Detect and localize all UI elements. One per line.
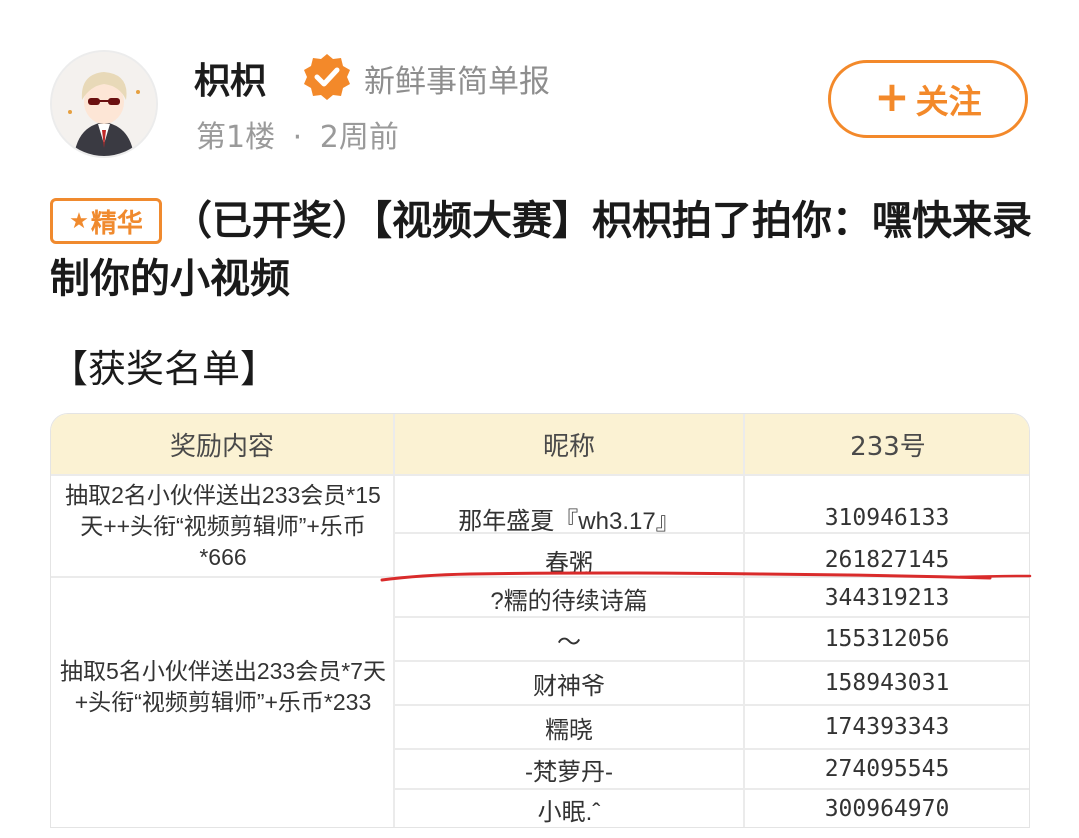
nickname-cell: ?糯的待续诗篇 [490,587,648,615]
post-meta: 第1楼 · 2周前 [196,112,399,156]
id-cell: 300964970 [824,796,950,822]
featured-badge: ★ 精华 [50,198,162,244]
username[interactable]: 枳枳 [194,52,266,104]
header-id: 233号 [745,414,1029,474]
verified-badge-icon [304,54,350,100]
nickname-cell: 春粥 [545,549,593,577]
reward-text: 抽取2名小伙伴送出233会员*15天++头衔“视频剪辑师”+乐币*666 [65,482,381,570]
id-cell: 344319213 [824,585,950,611]
avatar[interactable] [50,50,158,158]
reward-text: 抽取5名小伙伴送出233会员*7天+头衔“视频剪辑师”+乐币*233 [60,658,386,715]
follow-button[interactable]: + 关注 [828,60,1028,138]
plus-icon: + [874,72,910,121]
nickname-cell: 那年盛夏『wh3.17』 [458,507,680,535]
post-time: 2周前 [319,120,399,155]
featured-label: 精华 [90,208,143,239]
id-cell: 174393343 [824,714,950,740]
floor-label: 第1楼 [196,120,276,155]
nickname-cell: 小眠.ˆ [537,798,601,826]
id-cell: 261827145 [824,547,950,573]
separator-dot: · [292,120,303,155]
winners-table: 奖励内容 昵称 233号 抽取2名小伙伴送出233会员*15天++头衔“视频剪辑… [50,413,1030,828]
org-name: 新鲜事简单报 [364,64,550,100]
id-cell: 274095545 [824,756,950,782]
nickname-cell: ～ [557,628,581,656]
nickname-cell: 财神爷 [533,672,605,700]
column-divider [1029,414,1030,827]
id-cell: 158943031 [824,670,950,696]
header-reward: 奖励内容 [51,414,393,474]
nickname-cell: -梵萝丹- [525,758,613,786]
follow-label: 关注 [915,82,982,121]
post-title: （已开奖）【视频大赛】枳枳拍了拍你：嘿快来录制你的小视频 [50,198,1032,302]
id-cell: 310946133 [824,505,950,531]
id-cell: 155312056 [824,626,950,652]
section-heading: 【获奖名单】 [50,347,279,391]
nickname-cell: 糯晓 [545,716,593,744]
star-icon: ★ [69,208,89,234]
header-nickname: 昵称 [395,414,743,474]
row-divider [51,474,1029,476]
